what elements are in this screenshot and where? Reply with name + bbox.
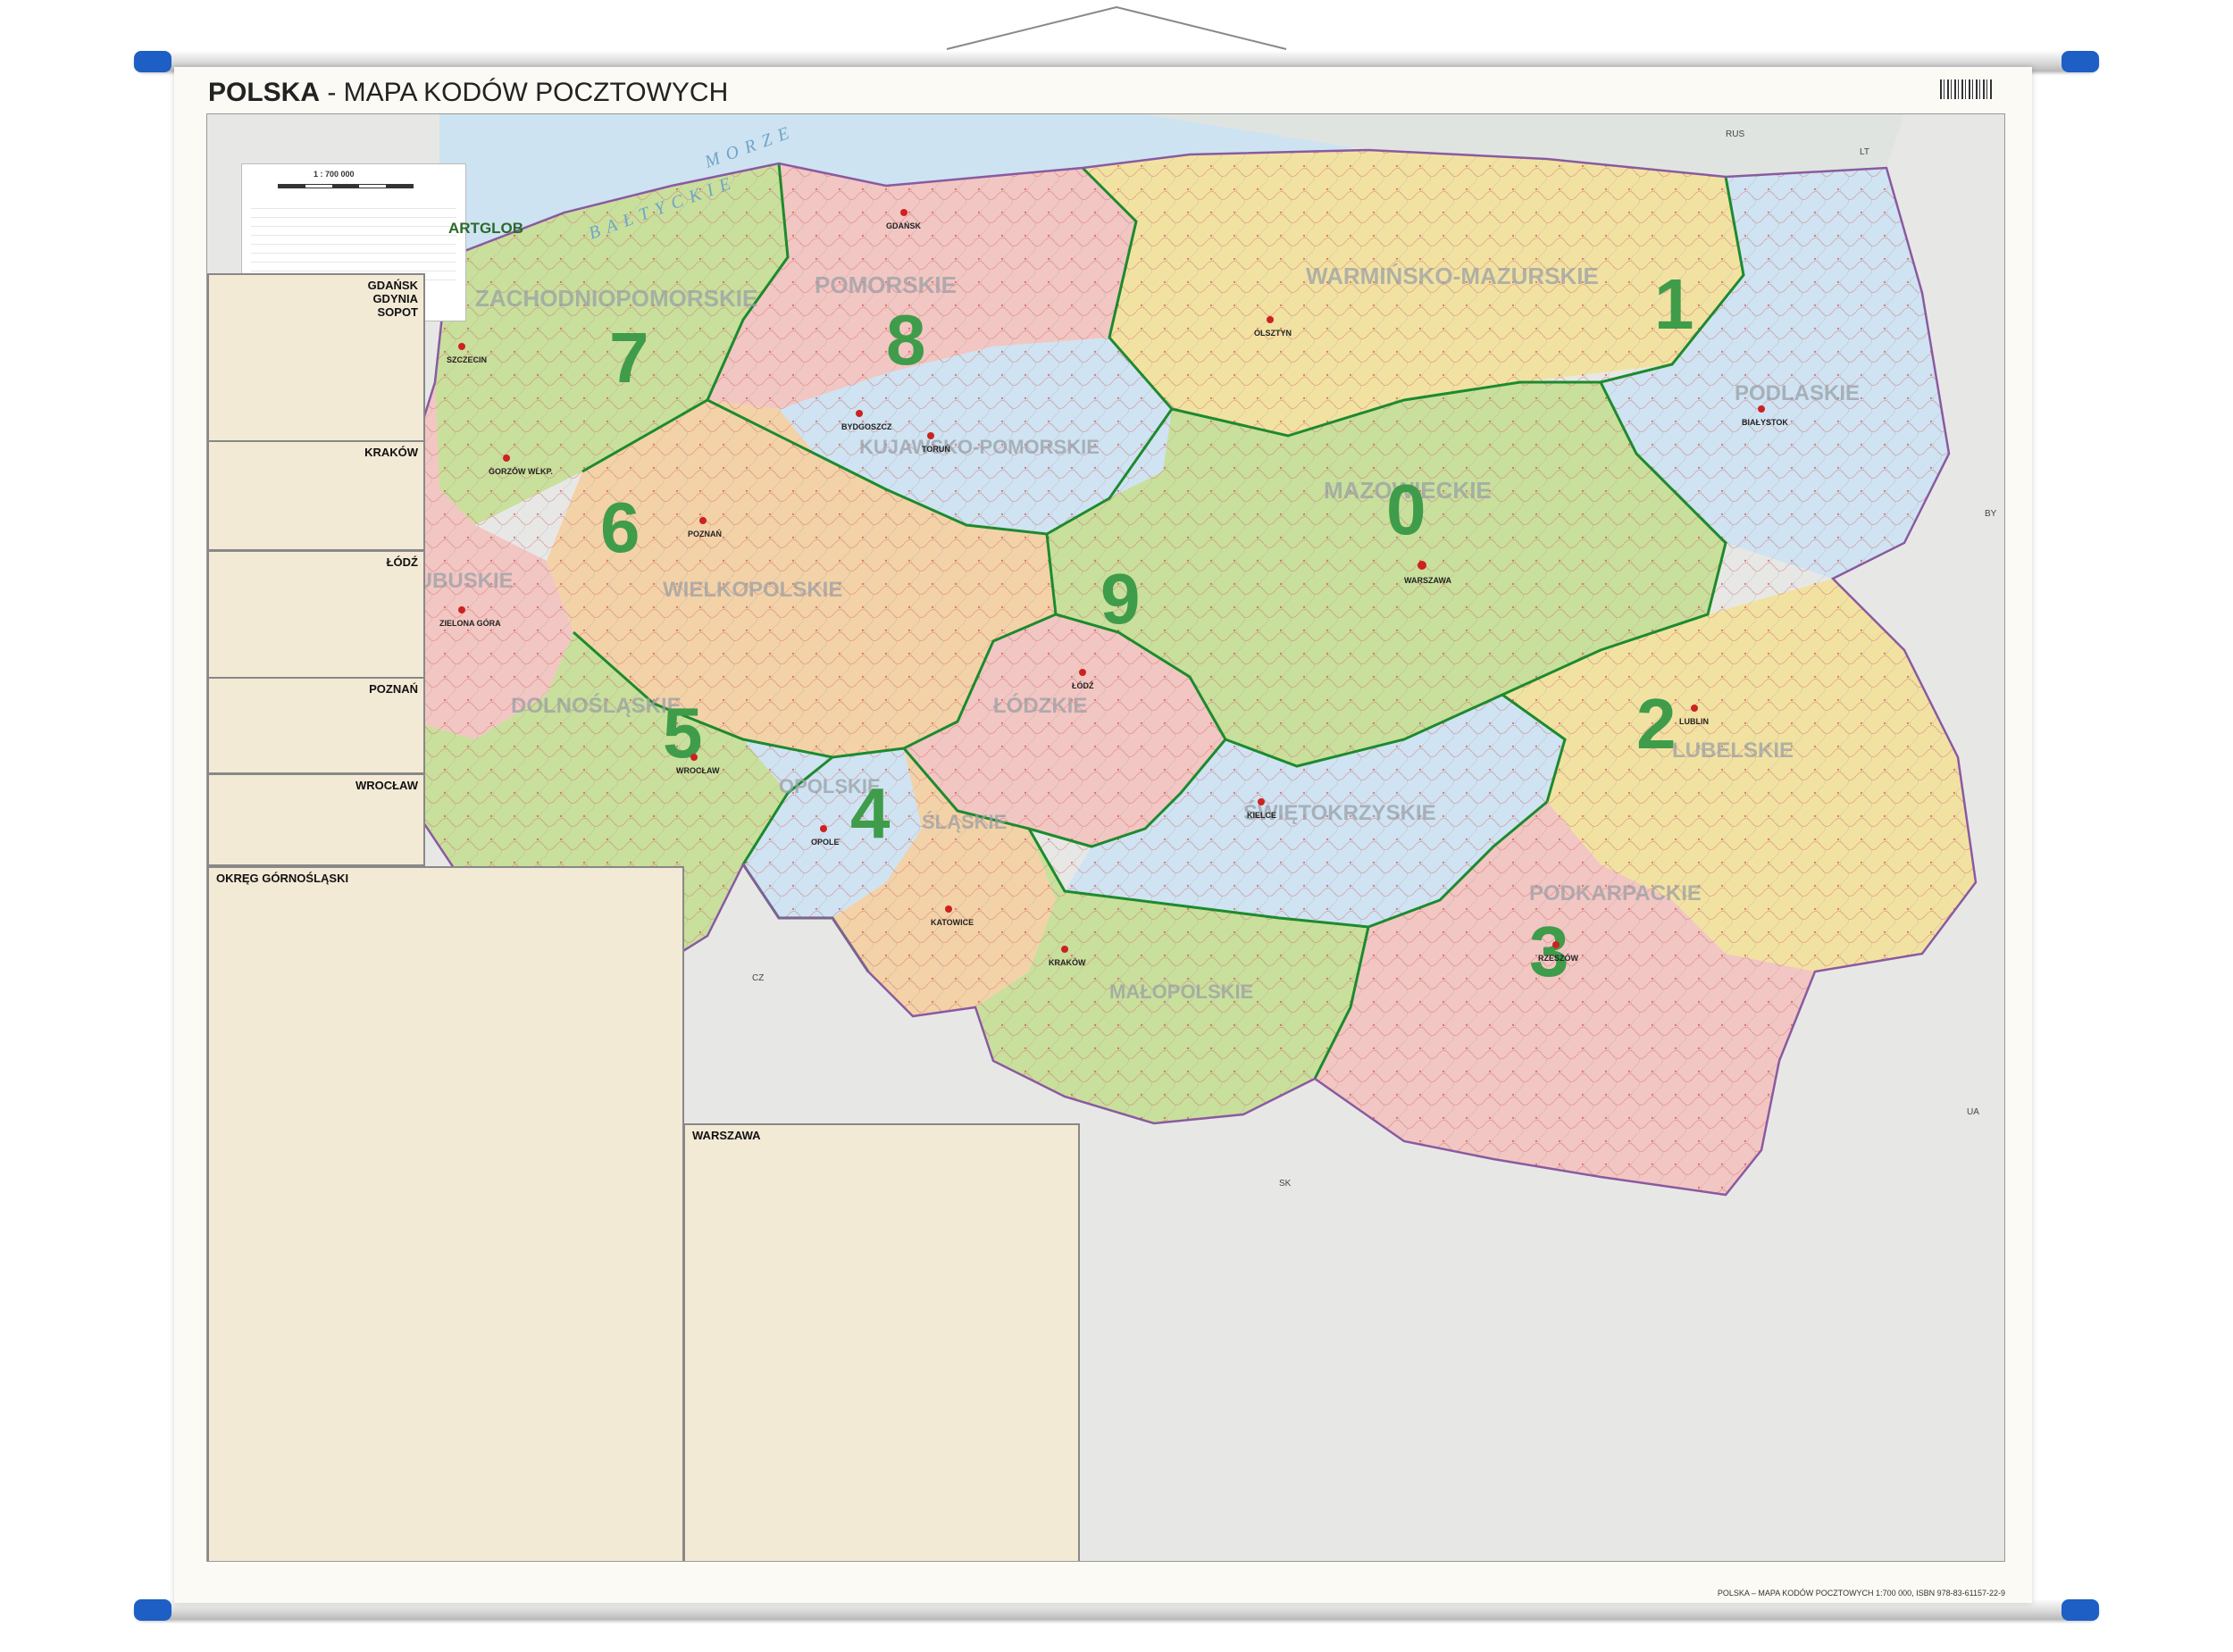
city-torun: TORUŃ [922, 445, 950, 454]
city-zielona-gora: ZIELONA GÓRA [439, 618, 501, 628]
inset-title-lodz: ŁÓDŹ [386, 555, 418, 569]
region-label-podkarpackie: PODKARPACKIE [1529, 881, 1702, 905]
bottom-rod [134, 1600, 2099, 1620]
country-by: BY [1985, 509, 1997, 519]
barcode-icon [1940, 79, 1992, 99]
artglob-logo: ARTGLOB [448, 220, 524, 237]
region-label-podlaskie: PODLASKIE [1735, 381, 1860, 405]
inset-krakow: KRAKÓW [207, 440, 425, 551]
city-gorzow: GORZÓW WLKP. [489, 466, 553, 476]
city-lublin: LUBLIN [1679, 717, 1709, 726]
region-label-dolnoslaskie: DOLNOŚLĄSKIE [511, 693, 682, 718]
zone-digit-2: 2 [1636, 684, 1677, 763]
region-label-kujawsko-pomorskie: KUJAWSKO-POMORSKIE [859, 436, 1100, 458]
inset-wroclaw: WROCŁAW [207, 773, 425, 866]
city-katowice: KATOWICE [931, 918, 974, 927]
city-wroclaw: WROCŁAW [676, 766, 720, 775]
city-poznan: POZNAŃ [688, 530, 722, 538]
bottom-rod-left-cap [134, 1599, 171, 1621]
map-sheet: POLSKA - MAPA KODÓW POCZTOWYCH MORZE BAŁ… [174, 67, 2032, 1603]
top-rod-left-cap [134, 51, 171, 72]
city-gdansk: GDAŃSK [886, 221, 922, 230]
country-lt: LT [1860, 147, 1869, 157]
inset-title-krakow: KRAKÓW [364, 446, 418, 459]
city-lodz: ŁÓDŹ [1072, 680, 1094, 690]
inset-title-warszawa: WARSZAWA [692, 1129, 761, 1142]
scale-bar [278, 184, 414, 188]
city-rzeszow: RZESZÓW [1538, 953, 1579, 963]
zone-digit-3: 3 [1529, 912, 1569, 991]
zone-digit-8: 8 [886, 300, 926, 380]
city-bydgoszcz: BYDGOSZCZ [841, 422, 892, 431]
footer-caption: POLSKA – MAPA KODÓW POCZTOWYCH 1:700 000… [1717, 1589, 2005, 1598]
city-warszawa: WARSZAWA [1404, 576, 1451, 585]
region-label-lodzkie: ŁÓDZKIE [993, 693, 1087, 718]
legend-lines [251, 200, 456, 280]
country-rus: RUS [1726, 129, 1744, 139]
scale-label: 1 : 700 000 [314, 170, 355, 179]
zone-digit-0: 0 [1386, 470, 1426, 549]
zone-digit-4: 4 [850, 773, 891, 853]
region-label-zachodniopomorskie: ZACHODNIOPOMORSKIE [475, 285, 757, 312]
country-sk: SK [1279, 1179, 1292, 1189]
zone-digit-7: 7 [609, 318, 649, 397]
zone-digit-9: 9 [1100, 559, 1141, 638]
inset-title-gdansk: GDAŃSK GDYNIA SOPOT [367, 279, 418, 319]
inset-title-poznan: POZNAŃ [369, 682, 418, 696]
city-kielce: KIELCE [1247, 811, 1276, 820]
country-ua: UA [1967, 1107, 1979, 1117]
city-szczecin: SZCZECIN [447, 355, 487, 364]
city-olsztyn: OLSZTYN [1254, 329, 1292, 338]
zone-digit-6: 6 [600, 488, 640, 567]
bottom-rod-right-cap [2062, 1599, 2099, 1621]
country-cz: CZ [752, 973, 764, 983]
zone-digit-1: 1 [1654, 264, 1694, 344]
inset-okreg-gornoslaski: OKRĘG GÓRNOŚLĄSKI [207, 866, 684, 1561]
inset-gdansk: GDAŃSK GDYNIA SOPOT [207, 273, 425, 442]
inset-lodz: ŁÓDŹ [207, 550, 425, 679]
map-title: POLSKA - MAPA KODÓW POCZTOWYCH [208, 78, 729, 107]
region-label-slaskie: ŚLĄSKIE [922, 811, 1007, 833]
inset-title-wroclaw: WROCŁAW [355, 779, 418, 792]
map-frame: MORZE BAŁTYCKIE ZACHODNIOPOMORSKIE POMOR… [206, 113, 2005, 1562]
region-label-pomorskie: POMORSKIE [815, 271, 957, 298]
region-label-lubelskie: LUBELSKIE [1672, 738, 1794, 763]
city-bialystok: BIAŁYSTOK [1742, 418, 1788, 427]
top-rod-right-cap [2062, 51, 2099, 72]
region-label-warminsko-mazurskie: WARMIŃSKO-MAZURSKIE [1306, 263, 1599, 289]
city-krakow: KRAKÓW [1049, 957, 1086, 967]
zone-digit-5: 5 [663, 693, 703, 772]
region-label-malopolskie: MAŁOPOLSKIE [1109, 980, 1253, 1003]
inset-warszawa: WARSZAWA [683, 1123, 1080, 1561]
region-label-wielkopolskie: WIELKOPOLSKIE [663, 578, 842, 602]
inset-title-slask: OKRĘG GÓRNOŚLĄSKI [216, 872, 349, 885]
city-opole: OPOLE [811, 838, 840, 847]
inset-poznan: POZNAŃ [207, 677, 425, 774]
